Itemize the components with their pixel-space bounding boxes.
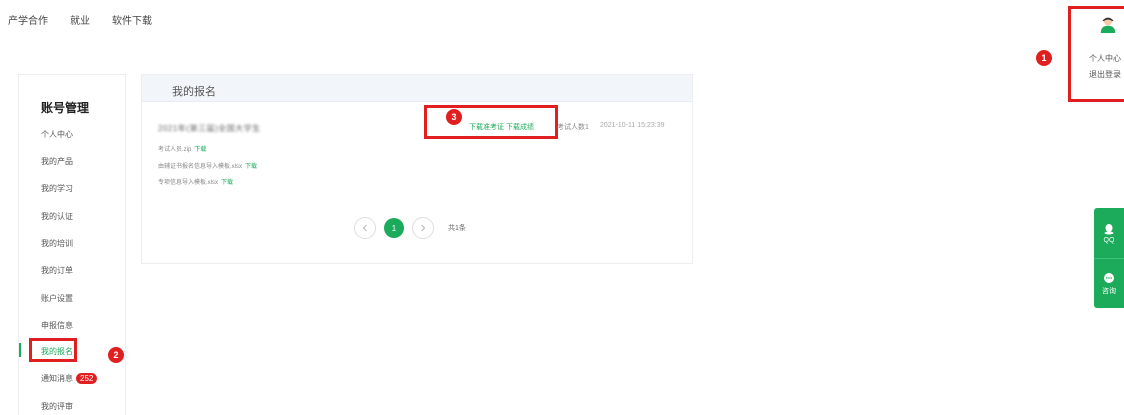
file-name: 由辅证书报名信息导入模板.xlsx xyxy=(158,164,243,170)
sidebar-item-my-training[interactable]: 我的培训 xyxy=(41,238,73,249)
pagination-total: 共1条 xyxy=(448,225,466,232)
logout-link[interactable]: 退出登录 xyxy=(1089,69,1121,80)
panel-header xyxy=(142,75,692,102)
qq-contact-button[interactable]: QQ xyxy=(1094,208,1124,258)
file-name: 考试人员.zip xyxy=(158,147,192,153)
sidebar-item-my-reviews[interactable]: 我的评审 xyxy=(41,401,73,412)
notifications-label: 通知消息 xyxy=(41,374,73,383)
nav-employment[interactable]: 就业 xyxy=(70,12,90,27)
consult-label: 咨询 xyxy=(1102,287,1116,295)
marker-1: 1 xyxy=(1036,50,1052,66)
top-nav: 产学合作 就业 软件下载 xyxy=(8,12,152,27)
exam-participant-count: 考试人数1 xyxy=(557,124,589,131)
registration-time: 2021-10-11 15:23:39 xyxy=(600,122,665,129)
qq-icon xyxy=(1104,223,1114,234)
exam-name-blurred: 2021年(第三届)全国大学生 xyxy=(158,124,261,133)
page-number-button[interactable]: 1 xyxy=(384,218,404,238)
sidebar-item-my-orders[interactable]: 我的订单 xyxy=(41,265,73,276)
next-page-button[interactable] xyxy=(412,217,434,239)
file-row: 专项信息导入模板.xlsx 下载 xyxy=(158,177,233,186)
qq-label: QQ xyxy=(1103,236,1115,244)
sidebar-item-account-settings[interactable]: 账户设置 xyxy=(41,293,73,304)
chat-bubble-icon xyxy=(1104,272,1114,283)
pagination: 1 共1条 xyxy=(354,217,466,239)
chevron-left-icon xyxy=(362,224,367,232)
sidebar-item-personal-center[interactable]: 个人中心 xyxy=(41,129,73,140)
file-download-link[interactable]: 下载 xyxy=(245,164,257,170)
account-sidebar: 账号管理 个人中心 我的产品 我的学习 我的认证 我的培训 我的订单 账户设置 … xyxy=(18,74,126,415)
download-score-link[interactable]: 下载成绩 xyxy=(506,124,534,131)
user-avatar-icon[interactable] xyxy=(1099,15,1117,33)
sidebar-item-my-registration[interactable]: 我的报名 xyxy=(41,346,73,357)
floating-contact-panel: QQ 咨询 xyxy=(1094,208,1124,308)
file-name: 专项信息导入模板.xlsx xyxy=(158,180,219,186)
prev-page-button[interactable] xyxy=(354,217,376,239)
sidebar-item-declaration-info[interactable]: 申报信息 xyxy=(41,320,73,331)
file-row: 考试人员.zip 下载 xyxy=(158,144,206,153)
file-row: 由辅证书报名信息导入模板.xlsx 下载 xyxy=(158,161,257,170)
notification-count-badge: 252 xyxy=(76,373,98,385)
download-links: 下载准考证 下载成绩 xyxy=(469,122,534,132)
registration-panel: 我的报名 2021年(第三届)全国大学生 3 下载准考证 下载成绩 考试人数1 2… xyxy=(141,74,693,264)
sidebar-item-my-products[interactable]: 我的产品 xyxy=(41,156,73,167)
page-title: 我的报名 xyxy=(172,86,216,98)
sidebar-title: 账号管理 xyxy=(41,101,90,115)
user-center-link[interactable]: 个人中心 xyxy=(1089,53,1121,64)
consult-button[interactable]: 咨询 xyxy=(1094,258,1124,308)
nav-industry-cooperation[interactable]: 产学合作 xyxy=(8,12,48,27)
sidebar-item-my-certification[interactable]: 我的认证 xyxy=(41,211,73,222)
file-download-link[interactable]: 下载 xyxy=(221,180,233,186)
chevron-right-icon xyxy=(421,224,426,232)
download-admission-ticket-link[interactable]: 下载准考证 xyxy=(469,124,504,131)
sidebar-item-notifications[interactable]: 通知消息 252 xyxy=(41,373,98,385)
sidebar-item-my-learning[interactable]: 我的学习 xyxy=(41,183,73,194)
marker-2: 2 xyxy=(108,347,124,363)
nav-software-download[interactable]: 软件下载 xyxy=(112,12,152,27)
sidebar-active-indicator xyxy=(19,343,21,357)
user-panel: 个人中心 退出登录 xyxy=(1068,6,1124,102)
marker-3: 3 xyxy=(446,109,462,125)
file-download-link[interactable]: 下载 xyxy=(194,147,206,153)
